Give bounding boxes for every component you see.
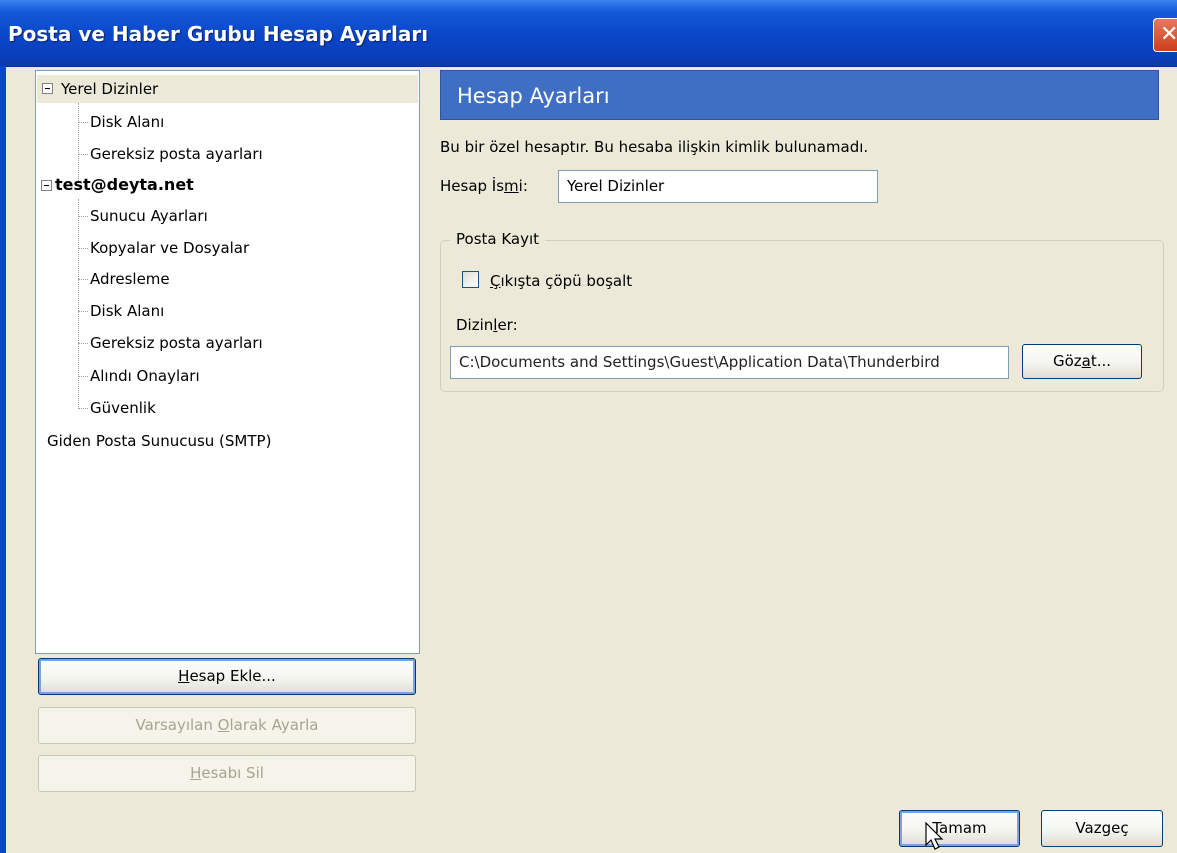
tree-connector xyxy=(78,376,88,377)
tree-connector xyxy=(78,248,88,249)
tree-item-label: Alındı Onayları xyxy=(90,367,200,385)
label-text: Hesap İs xyxy=(440,177,505,195)
tree-connector xyxy=(78,216,88,217)
tree-item-server-settings[interactable]: Sunucu Ayarları xyxy=(90,202,208,230)
tree-item-disk-space[interactable]: Disk Alanı xyxy=(90,108,164,136)
tree-connector xyxy=(78,279,88,280)
window-title: Posta ve Haber Grubu Hesap Ayarları xyxy=(8,22,429,46)
tree-item-label: Sunucu Ayarları xyxy=(90,207,208,225)
mnemonic: H xyxy=(178,667,190,685)
tree-item-label: Yerel Dizinler xyxy=(61,80,159,98)
set-default-button[interactable]: Varsayılan Olarak Ayarla xyxy=(38,707,416,744)
close-icon: ✕ xyxy=(1160,22,1177,47)
directory-input[interactable]: C:\Documents and Settings\Guest\Applicat… xyxy=(450,346,1009,379)
tree-item-junk-settings[interactable]: Gereksiz posta ayarları xyxy=(90,140,263,168)
tree-item-label: Giden Posta Sunucusu (SMTP) xyxy=(47,432,272,450)
tree-item-smtp[interactable]: Giden Posta Sunucusu (SMTP) xyxy=(47,427,271,455)
button-label: Göz xyxy=(1052,352,1082,370)
mnemonic: a xyxy=(1081,352,1091,370)
tree-item-addressing[interactable]: Adresleme xyxy=(90,265,170,293)
tree-item-account[interactable]: test@deyta.net xyxy=(37,171,418,199)
empty-trash-checkbox[interactable] xyxy=(462,271,479,288)
button-label: esap Ekle... xyxy=(189,667,276,685)
tree-item-return-receipts[interactable]: Alındı Onayları xyxy=(90,362,200,390)
tree-item-label: Gereksiz posta ayarları xyxy=(90,145,263,163)
add-account-button[interactable]: Hesap Ekle... xyxy=(38,658,416,695)
mnemonic: H xyxy=(190,764,202,782)
info-text: Bu bir özel hesaptır. Bu hesaba ilişkin … xyxy=(440,138,869,156)
button-label: larak Ayarla xyxy=(229,716,319,734)
tree-connector xyxy=(78,154,88,155)
collapse-icon[interactable] xyxy=(41,180,52,191)
label-text: ıkışta çöpü boşalt xyxy=(500,272,633,290)
button-label: Varsayılan xyxy=(135,716,218,734)
panel-header: Hesap Ayarları xyxy=(440,70,1159,120)
tree-item-label: Adresleme xyxy=(90,270,170,288)
directory-label: Dizinler: xyxy=(456,316,518,334)
mnemonic: Ç xyxy=(490,272,501,290)
tree-item-label: test@deyta.net xyxy=(55,175,194,194)
tree-connector xyxy=(78,408,88,409)
account-name-input[interactable]: Yerel Dizinler xyxy=(558,170,878,203)
tree-item-junk-settings[interactable]: Gereksiz posta ayarları xyxy=(90,329,263,357)
label-text: er: xyxy=(497,316,518,334)
button-label: esabı Sil xyxy=(201,764,264,782)
tree-item-local-folders[interactable]: Yerel Dizinler xyxy=(37,75,418,103)
title-bar: Posta ve Haber Grubu Hesap Ayarları xyxy=(0,0,1177,67)
empty-trash-label[interactable]: Çıkışta çöpü boşalt xyxy=(490,272,632,290)
browse-button[interactable]: Gözat... xyxy=(1022,344,1142,379)
window-frame-left xyxy=(0,66,6,853)
tree-item-label: Disk Alanı xyxy=(90,302,165,320)
account-name-label: Hesap İsmi: xyxy=(440,177,528,195)
tree-connector xyxy=(78,343,88,344)
tree-item-label: Güvenlik xyxy=(90,399,156,417)
tree-item-label: Kopyalar ve Dosyalar xyxy=(90,239,250,257)
tree-connector xyxy=(78,199,79,409)
cancel-button[interactable]: Vazgeç xyxy=(1041,810,1163,847)
ok-button[interactable]: Tamam xyxy=(899,810,1020,847)
panel-title: Hesap Ayarları xyxy=(457,84,610,108)
close-button[interactable]: ✕ xyxy=(1153,18,1177,52)
tree-item-copies-folders[interactable]: Kopyalar ve Dosyalar xyxy=(90,234,249,262)
tree-item-security[interactable]: Güvenlik xyxy=(90,394,156,422)
label-text: i: xyxy=(518,177,528,195)
label-text: Dizin xyxy=(456,316,494,334)
mnemonic: m xyxy=(504,177,519,195)
collapse-icon[interactable] xyxy=(42,83,53,94)
group-title: Posta Kayıt xyxy=(450,230,546,248)
button-label: t... xyxy=(1090,352,1112,370)
mouse-cursor-icon xyxy=(925,822,944,850)
tree-item-disk-space[interactable]: Disk Alanı xyxy=(90,297,164,325)
tree-connector xyxy=(78,122,88,123)
tree-item-label: Gereksiz posta ayarları xyxy=(90,334,263,352)
mnemonic: O xyxy=(217,716,230,734)
tree-item-label: Disk Alanı xyxy=(90,113,165,131)
remove-account-button[interactable]: Hesabı Sil xyxy=(38,755,416,792)
account-tree[interactable]: Yerel Dizinler Disk Alanı Gereksiz posta… xyxy=(35,70,420,654)
tree-connector xyxy=(78,311,88,312)
